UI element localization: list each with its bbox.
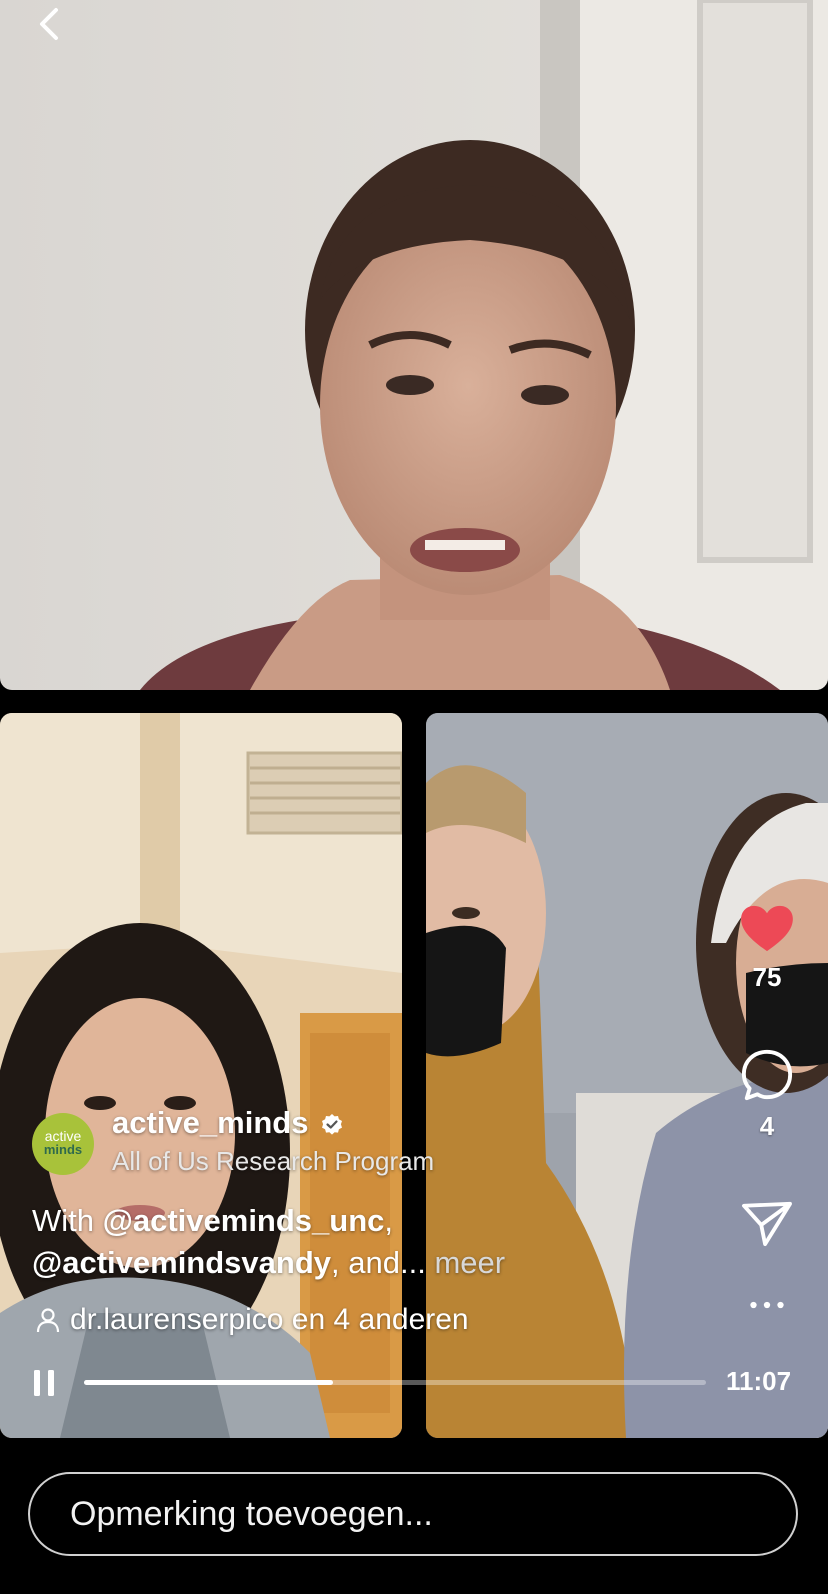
back-button[interactable] bbox=[30, 4, 70, 44]
back-arrow-icon bbox=[40, 8, 58, 40]
caption-separator: , bbox=[384, 1203, 394, 1238]
share-button[interactable] bbox=[732, 1200, 802, 1253]
share-icon bbox=[742, 1201, 792, 1247]
playback-time: 11:07 bbox=[726, 1366, 792, 1396]
comment-icon bbox=[741, 1049, 793, 1101]
progress-bar[interactable] bbox=[84, 1380, 706, 1385]
live-caption: With @activeminds_unc, @activemindsvandy… bbox=[32, 1200, 592, 1284]
host-video-feed bbox=[0, 0, 828, 690]
pause-icon bbox=[34, 1370, 54, 1396]
more-icon bbox=[750, 1301, 784, 1309]
mention-activeminds-unc[interactable]: @activeminds_unc bbox=[103, 1203, 385, 1238]
caption-suffix: , and... bbox=[331, 1245, 426, 1280]
comment-count: 4 bbox=[759, 1111, 775, 1141]
live-video-screen: 75 4 active minds active_minds All of Us… bbox=[0, 0, 828, 1594]
person-icon bbox=[36, 1308, 60, 1333]
video-tile-host[interactable] bbox=[0, 0, 828, 690]
caption-more-link[interactable]: meer bbox=[434, 1245, 505, 1280]
like-button[interactable]: 75 bbox=[732, 905, 802, 993]
pause-button[interactable] bbox=[32, 1368, 56, 1398]
avatar-logo-text-bottom: minds bbox=[43, 1142, 83, 1157]
guests-text: dr.laurenserpico en 4 anderen bbox=[70, 1303, 469, 1336]
live-subtitle: All of Us Research Program bbox=[112, 1146, 435, 1176]
mention-activemindsvandy[interactable]: @activemindsvandy bbox=[32, 1245, 331, 1280]
verified-badge-icon bbox=[322, 1114, 342, 1135]
like-count: 75 bbox=[752, 962, 782, 992]
guests-row[interactable]: dr.laurenserpico en 4 anderen bbox=[36, 1303, 469, 1337]
caption-prefix: With bbox=[32, 1203, 103, 1238]
comment-input[interactable] bbox=[68, 1493, 752, 1535]
comments-button[interactable]: 4 bbox=[732, 1048, 802, 1142]
host-avatar[interactable]: active minds bbox=[32, 1113, 94, 1175]
comment-field-container[interactable] bbox=[28, 1472, 798, 1556]
host-username[interactable]: active_minds bbox=[112, 1105, 308, 1141]
heart-icon bbox=[741, 905, 793, 952]
more-options-button[interactable] bbox=[732, 1297, 802, 1327]
progress-bar-fill bbox=[84, 1380, 333, 1385]
